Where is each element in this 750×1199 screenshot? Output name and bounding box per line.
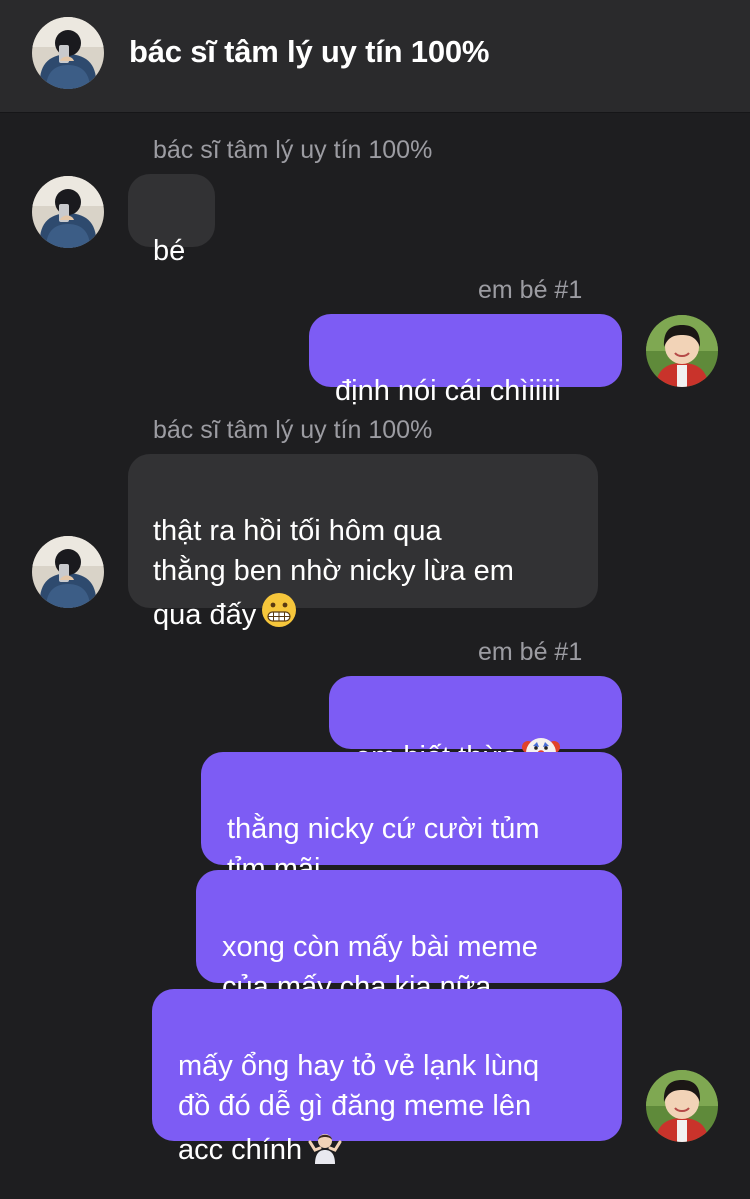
chat-header: bác sĩ tâm lý uy tín 100% xyxy=(0,0,750,113)
grimacing-face-icon xyxy=(260,591,298,640)
sender-label: bác sĩ tâm lý uy tín 100% xyxy=(153,416,433,444)
contact-avatar[interactable] xyxy=(32,536,104,608)
person-shrugging-icon xyxy=(306,1126,344,1175)
outgoing-message-bubble[interactable]: em biết thừa xyxy=(329,676,622,773)
message-text: định nói cái chìiiiii xyxy=(335,375,561,407)
incoming-message-bubble[interactable]: bé xyxy=(128,174,215,267)
chat-title: bác sĩ tâm lý uy tín 100% xyxy=(129,34,490,69)
message-text: thật ra hồi tối hôm qua thằng ben nhờ ni… xyxy=(153,515,514,631)
contact-avatar[interactable] xyxy=(32,176,104,248)
outgoing-message-bubble[interactable]: xong còn mấy bài meme của mấy cha kia nữ… xyxy=(196,870,622,1003)
contact-avatar[interactable] xyxy=(32,17,104,89)
outgoing-message-bubble[interactable]: định nói cái chìiiiii xyxy=(309,314,622,407)
sender-label: bác sĩ tâm lý uy tín 100% xyxy=(153,136,433,164)
message-text: mấy ổng hay tỏ vẻ lạnk lùnq đồ đó dễ gì … xyxy=(178,1050,540,1166)
outgoing-message-bubble[interactable]: mấy ổng hay tỏ vẻ lạnk lùnq đồ đó dễ gì … xyxy=(152,989,622,1166)
incoming-message-bubble[interactable]: thật ra hồi tối hôm qua thằng ben nhờ ni… xyxy=(128,454,598,631)
sender-label: em bé #1 xyxy=(478,276,583,304)
outgoing-message-bubble[interactable]: thằng nicky cứ cười tủm tỉm mãi xyxy=(201,752,622,885)
user-avatar[interactable] xyxy=(646,315,718,387)
sender-label: em bé #1 xyxy=(478,638,583,666)
message-text: bé xyxy=(153,235,186,267)
user-avatar[interactable] xyxy=(646,1070,718,1142)
